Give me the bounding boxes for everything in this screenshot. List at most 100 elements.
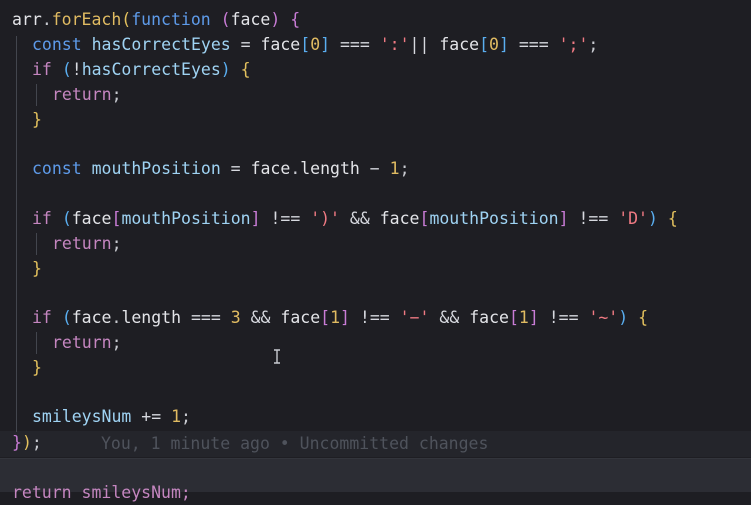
- code-token: if: [32, 60, 62, 79]
- code-token: smileysNum: [32, 407, 132, 426]
- code-token: ]: [498, 35, 509, 54]
- code-token: length: [121, 308, 182, 327]
- code-token: 1: [171, 407, 182, 426]
- code-token: mouthPosition: [121, 209, 251, 228]
- code-token: ';': [558, 35, 589, 54]
- code-token: hasCorrectEyes: [81, 60, 221, 79]
- code-token: ;: [588, 35, 599, 54]
- next-line-text: return smileysNum;: [12, 483, 191, 502]
- code-token: &&: [429, 308, 470, 327]
- code-token: [: [419, 209, 430, 228]
- code-token: !==: [349, 308, 400, 327]
- code-token: =: [230, 35, 261, 54]
- code-token: −: [359, 159, 390, 178]
- code-token: if: [32, 308, 62, 327]
- code-line[interactable]: return;: [52, 83, 122, 107]
- code-line[interactable]: arr.forEach(function (face) {: [12, 8, 300, 32]
- code-token: [: [508, 308, 519, 327]
- code-line[interactable]: const hasCorrectEyes = face[0] === ':'||…: [32, 33, 598, 57]
- code-token: arr: [12, 10, 42, 29]
- code-token: length: [300, 159, 360, 178]
- code-token: ): [220, 60, 231, 79]
- code-token: ===: [330, 35, 380, 54]
- code-token: mouthPosition: [91, 159, 221, 178]
- code-token: face: [439, 35, 480, 54]
- code-token: [: [320, 308, 331, 327]
- code-line[interactable]: return smileysNum;: [12, 481, 191, 505]
- code-token: const: [32, 159, 92, 178]
- code-line[interactable]: if (face[mouthPosition] !== ')' && face[…: [32, 207, 678, 231]
- code-token: face: [379, 209, 420, 228]
- code-token: '~': [588, 308, 619, 327]
- code-token: (: [61, 209, 72, 228]
- indent-guide: [36, 84, 37, 106]
- code-token: ')': [310, 209, 340, 228]
- code-token: return: [52, 85, 112, 104]
- code-token: return: [52, 234, 112, 253]
- code-token: face: [250, 159, 291, 178]
- code-line[interactable]: if (!hasCorrectEyes) {: [32, 58, 251, 82]
- code-token: ;: [31, 433, 42, 452]
- code-line[interactable]: const mouthPosition = face.length − 1;: [32, 157, 410, 181]
- code-token: &&: [240, 308, 281, 327]
- code-token: 0: [489, 35, 499, 54]
- code-token: !==: [538, 308, 589, 327]
- code-line[interactable]: if (face.length === 3 && face[1] !== '−'…: [32, 306, 648, 330]
- code-token: }: [12, 433, 22, 452]
- code-token: ): [21, 433, 32, 452]
- code-token: {: [638, 308, 649, 327]
- code-token: (: [61, 60, 72, 79]
- code-token: ]: [250, 209, 261, 228]
- code-token: ;: [111, 85, 122, 104]
- code-token: 1: [389, 159, 400, 178]
- code-token: {: [290, 10, 301, 29]
- code-token: !==: [260, 209, 311, 228]
- code-token: forEach: [51, 10, 122, 29]
- code-token: !: [71, 60, 82, 79]
- code-token: const: [32, 35, 92, 54]
- code-line[interactable]: return;: [52, 331, 122, 355]
- code-token: 0: [310, 35, 321, 54]
- code-line[interactable]: }: [32, 356, 42, 380]
- code-token: .: [41, 10, 52, 29]
- code-token: '−': [399, 308, 430, 327]
- code-token: 'D': [618, 209, 648, 228]
- code-token: ;: [399, 159, 410, 178]
- code-token: ): [648, 209, 658, 228]
- code-line[interactable]: }: [32, 108, 42, 132]
- git-blame-annotation: You, 1 minute ago • Uncommitted changes: [101, 434, 489, 453]
- code-token: face: [260, 35, 301, 54]
- indent-guide: [36, 332, 37, 354]
- code-token: ]: [320, 35, 331, 54]
- code-token: hasCorrectEyes: [91, 35, 231, 54]
- code-token: face: [469, 308, 509, 327]
- code-token: return: [52, 333, 112, 352]
- text-cursor-icon: [274, 349, 280, 364]
- code-token: ||: [409, 35, 440, 54]
- code-line[interactable]: return;: [52, 232, 122, 256]
- code-token: face: [230, 10, 271, 29]
- code-token: [: [479, 35, 490, 54]
- code-token: ;: [111, 234, 122, 253]
- code-token: .: [111, 308, 122, 327]
- code-token: 1: [330, 308, 341, 327]
- code-token: +=: [131, 407, 172, 426]
- code-token: !==: [568, 209, 619, 228]
- code-token: face: [280, 308, 321, 327]
- code-token: 1: [518, 308, 529, 327]
- code-line[interactable]: }: [32, 257, 42, 281]
- code-token: ]: [558, 209, 569, 228]
- code-token: mouthPosition: [429, 209, 559, 228]
- code-token: (: [220, 10, 231, 29]
- code-token: function: [131, 10, 221, 29]
- code-token: ===: [508, 35, 559, 54]
- code-line[interactable]: });: [12, 431, 42, 455]
- code-editor[interactable]: arr.forEach(function (face) {const hasCo…: [0, 0, 751, 502]
- code-token: &&: [340, 209, 380, 228]
- code-token: [: [300, 35, 311, 54]
- code-line[interactable]: smileysNum += 1;: [32, 405, 191, 429]
- code-token: ===: [181, 308, 231, 327]
